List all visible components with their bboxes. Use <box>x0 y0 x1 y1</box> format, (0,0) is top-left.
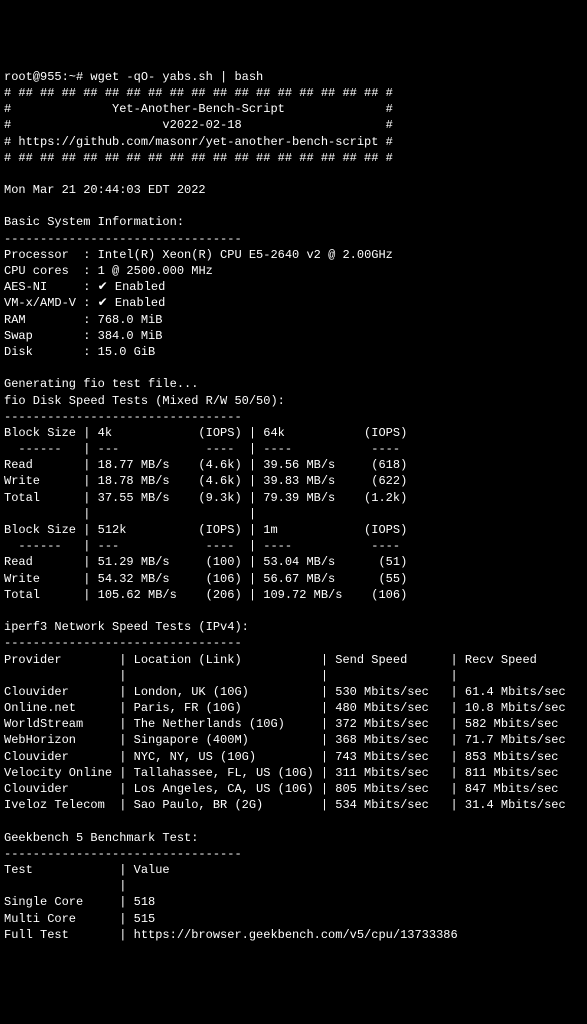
banner-url: # https://github.com/masonr/yet-another-… <box>4 135 393 149</box>
check-icon <box>98 280 108 294</box>
sysinfo-vmx: VM-x/AMD-V : Enabled <box>4 296 165 310</box>
fio-table-divider: ------ | --- ---- | ---- ---- <box>4 442 407 456</box>
timestamp: Mon Mar 21 20:44:03 EDT 2022 <box>4 183 206 197</box>
iperf-row: Clouvider | London, UK (10G) | 530 Mbits… <box>4 685 573 699</box>
divider: --------------------------------- <box>4 232 242 246</box>
iperf-row: WorldStream | The Netherlands (10G) | 37… <box>4 717 573 731</box>
banner-title: # Yet-Another-Bench-Script # <box>4 102 393 116</box>
fio-table-header: Block Size | 4k (IOPS) | 64k (IOPS) <box>4 426 407 440</box>
sysinfo-cores: CPU cores : 1 @ 2500.000 MHz <box>4 264 213 278</box>
fio-row-total: Total | 105.62 MB/s (206) | 109.72 MB/s … <box>4 588 407 602</box>
iperf-row: Clouvider | Los Angeles, CA, US (10G) | … <box>4 782 573 796</box>
fio-row-write: Write | 18.78 MB/s (4.6k) | 39.83 MB/s (… <box>4 474 407 488</box>
sysinfo-ram: RAM : 768.0 MiB <box>4 313 162 327</box>
fio-generating: Generating fio test file... <box>4 377 198 391</box>
iperf-row: Clouvider | NYC, NY, US (10G) | 743 Mbit… <box>4 750 573 764</box>
geekbench-table-divider: | <box>4 879 350 893</box>
iperf-row: WebHorizon | Singapore (400M) | 368 Mbit… <box>4 733 573 747</box>
iperf-table-divider: | | | <box>4 669 573 683</box>
sysinfo-header: Basic System Information: <box>4 215 184 229</box>
terminal-output: root@955:~# wget -qO- yabs.sh | bash # #… <box>4 69 583 943</box>
fio-row-total: Total | 37.55 MB/s (9.3k) | 79.39 MB/s (… <box>4 491 407 505</box>
sysinfo-aesni: AES-NI : Enabled <box>4 280 165 294</box>
fio-row-read: Read | 18.77 MB/s (4.6k) | 39.56 MB/s (6… <box>4 458 407 472</box>
sysinfo-swap: Swap : 384.0 MiB <box>4 329 162 343</box>
divider: --------------------------------- <box>4 847 242 861</box>
fio-header: fio Disk Speed Tests (Mixed R/W 50/50): <box>4 394 285 408</box>
fio-spacer: | | <box>4 507 407 521</box>
banner-border: # ## ## ## ## ## ## ## ## ## ## ## ## ##… <box>4 151 393 165</box>
fio-row-read: Read | 51.29 MB/s (100) | 53.04 MB/s (51… <box>4 555 407 569</box>
check-icon <box>98 296 108 310</box>
sysinfo-disk: Disk : 15.0 GiB <box>4 345 155 359</box>
geekbench-table-header: Test | Value <box>4 863 350 877</box>
sysinfo-processor: Processor : Intel(R) Xeon(R) CPU E5-2640… <box>4 248 393 262</box>
fio-row-write: Write | 54.32 MB/s (106) | 56.67 MB/s (5… <box>4 572 407 586</box>
iperf-header: iperf3 Network Speed Tests (IPv4): <box>4 620 249 634</box>
iperf-row: Online.net | Paris, FR (10G) | 480 Mbits… <box>4 701 573 715</box>
banner-version: # v2022-02-18 # <box>4 118 393 132</box>
divider: --------------------------------- <box>4 636 242 650</box>
iperf-row: Iveloz Telecom | Sao Paulo, BR (2G) | 53… <box>4 798 573 812</box>
geekbench-multi: Multi Core | 515 <box>4 912 350 926</box>
fio-table-header: Block Size | 512k (IOPS) | 1m (IOPS) <box>4 523 407 537</box>
geekbench-full: Full Test | https://browser.geekbench.co… <box>4 928 458 942</box>
fio-table-divider: ------ | --- ---- | ---- ---- <box>4 539 407 553</box>
divider: --------------------------------- <box>4 410 242 424</box>
iperf-table-header: Provider | Location (Link) | Send Speed … <box>4 653 573 667</box>
banner-border: # ## ## ## ## ## ## ## ## ## ## ## ## ##… <box>4 86 393 100</box>
iperf-row: Velocity Online | Tallahassee, FL, US (1… <box>4 766 573 780</box>
geekbench-single: Single Core | 518 <box>4 895 350 909</box>
prompt-line: root@955:~# wget -qO- yabs.sh | bash <box>4 70 263 84</box>
